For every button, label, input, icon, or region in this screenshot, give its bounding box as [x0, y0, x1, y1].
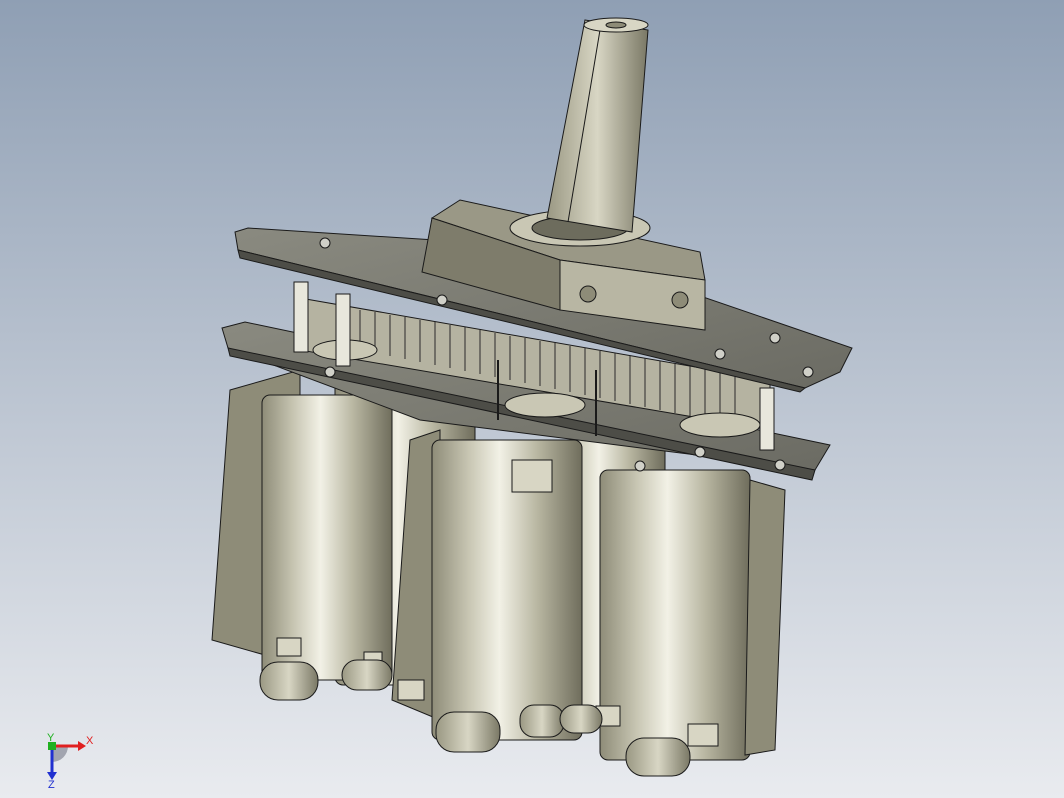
- gearmotor-3d-model[interactable]: [0, 0, 1064, 798]
- x-axis-label: X: [86, 735, 94, 747]
- y-axis-label: Y: [47, 732, 55, 744]
- motor-cylinder-center: [391, 429, 583, 753]
- coordinate-triad: X Z Y: [47, 732, 94, 788]
- x-axis-arrow: [78, 741, 86, 751]
- z-axis-label: Z: [48, 779, 55, 788]
- cad-viewport[interactable]: X Z Y: [0, 0, 1064, 798]
